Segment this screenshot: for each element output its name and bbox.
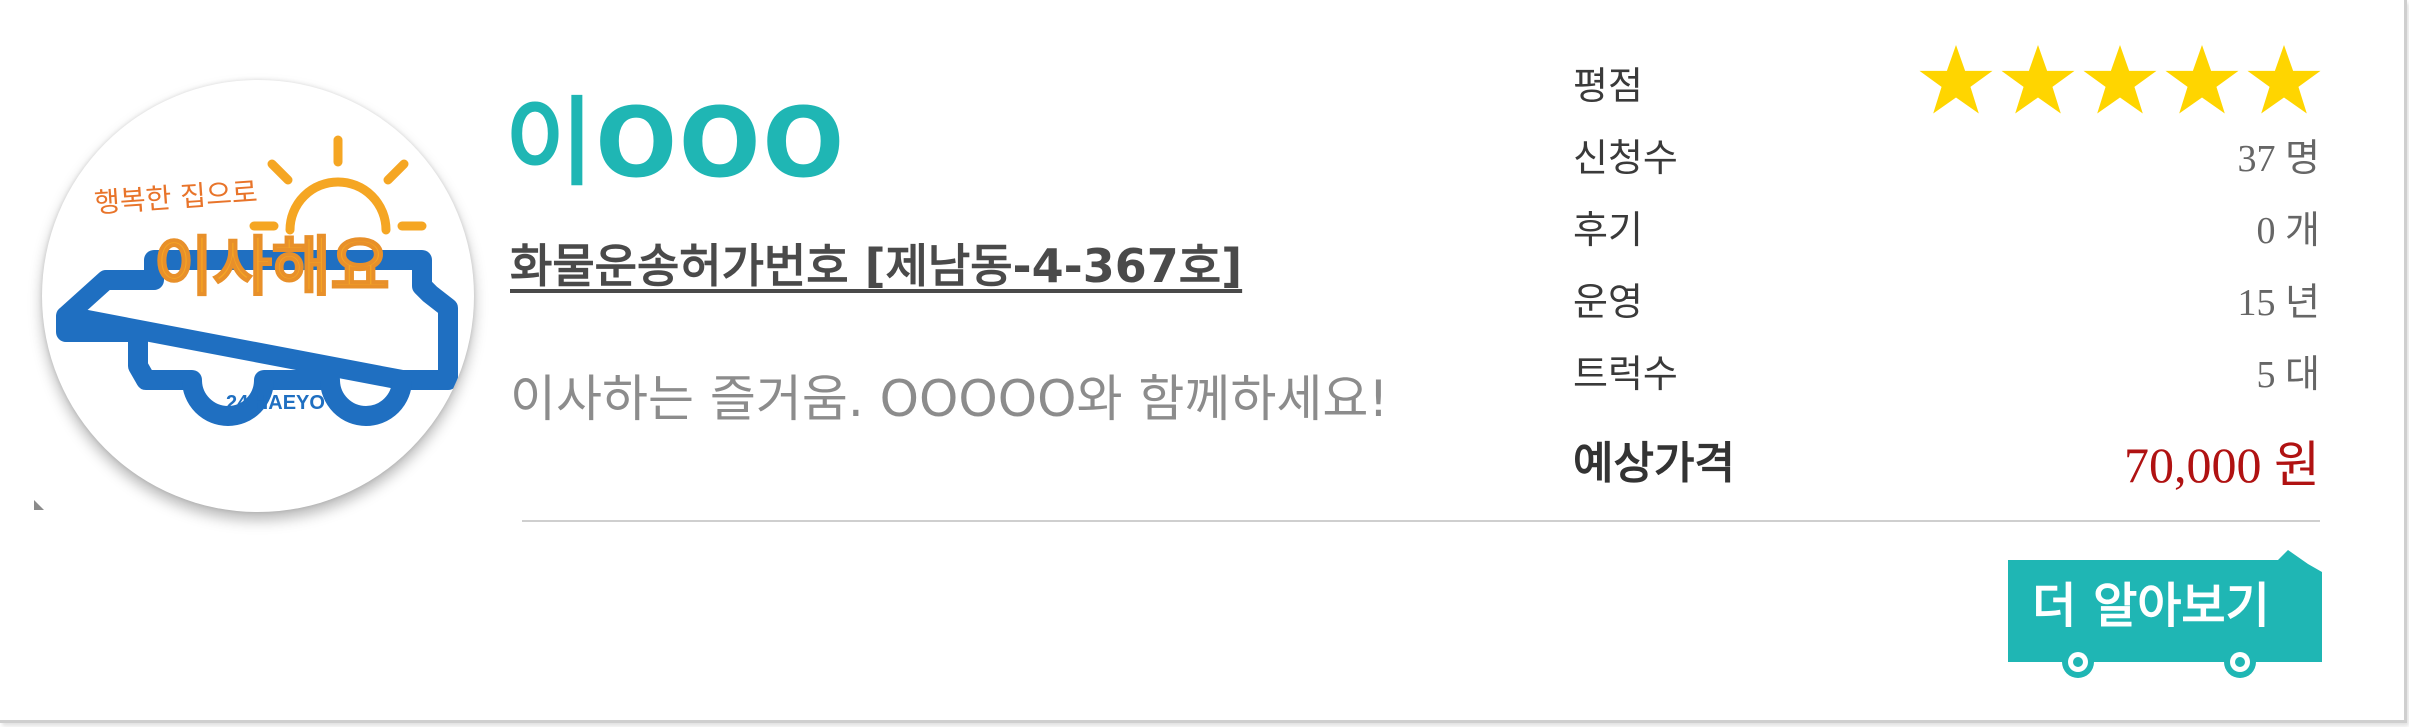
logo-brand: 이사해요 <box>153 230 391 306</box>
star-icon <box>2001 45 2075 114</box>
stat-row-applications: 신청수 37 명 <box>1573 122 2320 194</box>
stat-label: 후기 <box>1573 208 1643 252</box>
stats-panel: 평점 신청수 37 명 후기 0 개 운영 15 년 트럭수 5 대 예상가격 … <box>1573 45 2321 500</box>
rating-stars <box>1918 42 2322 118</box>
stat-row-trucks: 트럭수 5 대 <box>1573 338 2320 410</box>
rating-label: 평점 <box>1573 64 1643 108</box>
price-label: 예상가격 <box>1573 438 1735 489</box>
stat-value: 15 년 <box>2237 282 2320 324</box>
stat-value: 0 개 <box>2256 210 2320 252</box>
star-icon <box>2165 45 2239 114</box>
stat-row-reviews: 후기 0 개 <box>1573 194 2320 266</box>
stat-label: 신청수 <box>1573 136 1678 180</box>
divider <box>522 520 2320 522</box>
stat-label: 트럭수 <box>1573 352 1678 396</box>
price-row: 예상가격 70,000 원 <box>1573 410 2320 500</box>
company-slogan: 이사하는 즐거움. OOOOO와 함께하세요! <box>510 370 1389 428</box>
learn-more-label: 더 알아보기 <box>2032 578 2270 634</box>
stat-row-years: 운영 15 년 <box>1573 266 2320 338</box>
star-icon <box>2247 45 2321 114</box>
sun-icon <box>249 135 427 235</box>
company-name: 이OOO <box>505 87 847 199</box>
stat-value: 37 명 <box>2237 138 2320 180</box>
stat-label: 운영 <box>1573 280 1643 324</box>
corner-mark <box>34 500 44 510</box>
star-icon <box>2083 45 2157 114</box>
license-number-link[interactable]: 화물운송허가번호 [제남동-4-367호] <box>510 236 1242 296</box>
company-logo: 행복한 집으로 이사해요 24 HAEYO <box>42 80 474 512</box>
stat-value: 5 대 <box>2256 354 2320 396</box>
mover-card: 행복한 집으로 이사해요 24 HAEYO 이OOO 화물운송허가번호 [제남동… <box>0 0 2407 723</box>
price-value: 70,000 원 <box>2124 437 2320 493</box>
rating-row: 평점 <box>1573 45 2321 122</box>
learn-more-button[interactable]: 더 알아보기 <box>2008 550 2322 680</box>
star-icon <box>1919 45 1993 114</box>
logo-sub: 24 HAEYO <box>226 392 325 414</box>
